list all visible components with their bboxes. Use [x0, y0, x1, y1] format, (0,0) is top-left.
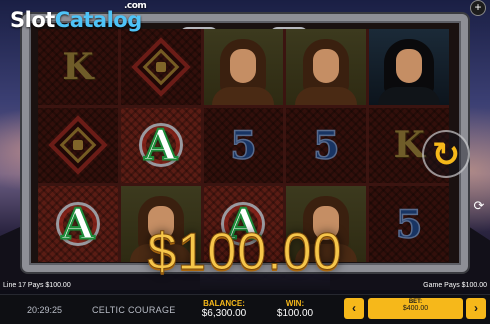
reel-cell: 5	[203, 107, 284, 184]
portrait-body-sh	[212, 86, 275, 105]
win-display: WIN: $100.00	[270, 299, 320, 319]
symbol-k: K	[62, 45, 94, 88]
reel-cell: K	[38, 29, 118, 105]
symbol-5: 5	[312, 122, 340, 169]
line-win-info: Line 17 Pays $100.00	[3, 282, 71, 289]
site-logo: SlotCatalog .com	[10, 1, 147, 32]
game-pays-info: Game Pays $100.00	[423, 282, 487, 289]
logo-catalog-text: Catalog	[54, 8, 142, 32]
win-label: WIN:	[285, 299, 305, 308]
autoplay-icon[interactable]: ⟳	[472, 200, 486, 214]
symbol-5: 5	[230, 122, 258, 169]
reel-cell	[369, 29, 449, 105]
win-amount: $100.00	[147, 223, 343, 282]
portrait-body-sh	[378, 86, 441, 105]
balance-display: BALANCE: $6,300.00	[196, 299, 252, 319]
spin-button[interactable]: ↻	[422, 130, 470, 178]
knot-center	[72, 140, 83, 151]
knot-center	[155, 61, 166, 72]
game-title: CELTIC COURAGE	[92, 305, 176, 315]
bet-value: $400.00	[402, 305, 429, 312]
bottom-bar: 20:29:25 CELTIC COURAGE BALANCE: $6,300.…	[0, 294, 490, 324]
balance-value: $6,300.00	[201, 308, 247, 319]
warrior-portrait	[203, 29, 284, 105]
portrait-body-sh	[295, 86, 358, 105]
portrait-face	[230, 49, 257, 83]
portrait-face	[396, 49, 423, 83]
reel-cell	[203, 29, 284, 105]
reel-cell: A	[120, 107, 201, 184]
reel-cell	[38, 107, 118, 184]
reel-cell	[286, 29, 367, 105]
bet-increase-button[interactable]: ›	[466, 298, 486, 319]
reel-cell: 5	[286, 107, 367, 184]
win-value: $100.00	[276, 308, 314, 319]
logo-slot-text: Slot	[10, 8, 55, 32]
chevron-right-icon: ›	[474, 301, 478, 315]
bet-display: BET: $400.00	[368, 298, 463, 319]
chevron-left-icon: ‹	[352, 301, 356, 315]
bet-decrease-button[interactable]: ‹	[344, 298, 364, 319]
hooded-warrior-portrait	[369, 29, 449, 105]
warrior-portrait	[286, 29, 367, 105]
balance-label: BALANCE:	[203, 299, 245, 308]
logo-com-text: .com	[124, 1, 147, 11]
portrait-face	[313, 49, 340, 83]
plus-icon[interactable]: +	[470, 0, 486, 16]
symbol-a: A	[143, 120, 178, 171]
reel-cell	[120, 29, 201, 105]
spin-arrow-icon: ↻	[431, 135, 461, 175]
clock: 20:29:25	[27, 305, 63, 315]
